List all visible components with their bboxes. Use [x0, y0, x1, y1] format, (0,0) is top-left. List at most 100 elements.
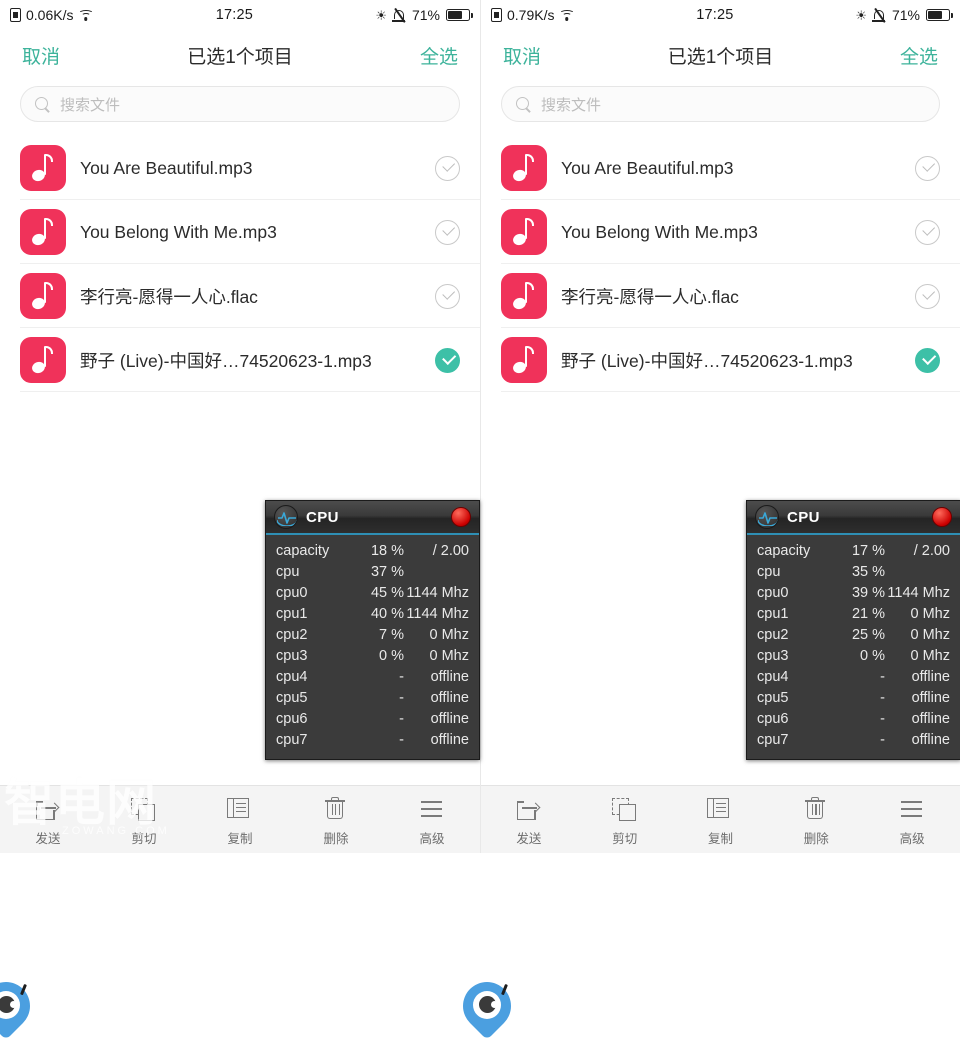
status-bar-left: 0.79K/s — [491, 7, 575, 23]
advanced-button[interactable]: 高级 — [384, 792, 480, 847]
list-item[interactable]: You Are Beautiful.mp3 — [481, 136, 960, 200]
copy-button[interactable]: 复制 — [192, 792, 288, 847]
select-all-button[interactable]: 全选 — [900, 42, 938, 69]
checkbox-checked-icon[interactable] — [435, 347, 460, 373]
cpu-row-value: 0 % — [379, 648, 404, 664]
mute-icon — [872, 8, 886, 23]
search-input[interactable]: 搜索文件 — [501, 86, 940, 122]
menu-icon — [899, 796, 925, 822]
send-button[interactable]: 发送 — [0, 792, 96, 847]
cpu-row-label: cpu — [276, 564, 300, 580]
cpu-row: cpu0 45 % 1144 Mhz — [276, 583, 469, 604]
search-icon — [516, 96, 531, 112]
cpu-monitor-widget[interactable]: CPU capacity 18 %/ 2.00 cpu 37 % cpu0 45 % 1… — [265, 500, 480, 760]
cpu-row-extra: offline — [430, 732, 469, 748]
cpu-row-extra — [404, 562, 469, 583]
cpu-row: cpu5 - offline — [276, 688, 469, 709]
cut-label: 剪切 — [612, 832, 638, 846]
cpu-widget-title: CPU — [787, 508, 820, 526]
cpu-row-label: cpu3 — [757, 648, 789, 664]
cpu-row-label: cpu5 — [276, 690, 308, 706]
cpu-row-label: capacity — [276, 543, 330, 559]
status-bar-left: 0.06K/s — [10, 7, 94, 23]
checkbox-unchecked-icon[interactable] — [435, 219, 460, 245]
delete-button[interactable]: 删除 — [288, 792, 384, 847]
cancel-button[interactable]: 取消 — [503, 42, 541, 69]
bottom-toolbar: 发送 剪切 复制 删除 高级 — [481, 785, 960, 853]
file-name: You Belong With Me.mp3 — [561, 221, 758, 242]
file-list: You Are Beautiful.mp3 You Belong With Me… — [481, 136, 960, 392]
bottom-toolbar: 发送 剪切 复制 删除 高级 — [0, 785, 480, 853]
file-name: 野子 (Live)-中国好…74520623-1.mp3 — [561, 350, 853, 371]
close-icon[interactable] — [932, 507, 952, 527]
music-file-icon — [501, 209, 547, 255]
music-file-icon — [20, 273, 66, 319]
bluetooth-icon: ☀ — [375, 7, 387, 23]
cpu-row-label: cpu0 — [276, 585, 308, 601]
delete-label: 删除 — [803, 832, 829, 846]
status-bar-right: ☀ 71% — [855, 7, 953, 23]
cpu-row: cpu1 40 % 1144 Mhz — [276, 604, 469, 625]
music-file-icon — [20, 337, 66, 383]
cancel-button[interactable]: 取消 — [22, 42, 60, 69]
cpu-row-value: 37 % — [370, 564, 404, 580]
checkbox-unchecked-icon[interactable] — [915, 283, 940, 309]
music-file-icon — [20, 209, 66, 255]
cpu-monitor-widget[interactable]: CPU capacity 17 % / 2.00 cpu 35 % cpu0 39 % 1… — [746, 500, 960, 760]
cpu-row-label: cpu3 — [276, 648, 308, 664]
music-file-icon — [501, 337, 547, 383]
list-item[interactable]: You Belong With Me.mp3 — [0, 200, 480, 264]
cpu-row-value: - — [399, 711, 404, 727]
cpu-row-value: - — [399, 690, 404, 706]
cpu-row-extra: offline — [430, 711, 469, 727]
select-all-button[interactable]: 全选 — [420, 42, 458, 69]
advanced-button[interactable]: 高级 — [864, 792, 960, 847]
list-item[interactable]: 李行亮-愿得一人心.flac — [481, 264, 960, 328]
floating-assistant-bubble[interactable] — [453, 972, 521, 1040]
file-name: 李行亮-愿得一人心.flac — [80, 286, 258, 307]
search-bar-wrapper: 搜索文件 — [0, 80, 480, 136]
list-item[interactable]: 李行亮-愿得一人心.flac — [0, 264, 480, 328]
bubble-eye-pupil — [479, 996, 498, 1013]
delete-button[interactable]: 删除 — [768, 792, 864, 847]
checkbox-unchecked-icon[interactable] — [915, 219, 940, 245]
nav-bar: 取消 已选1个项目 全选 — [0, 30, 480, 80]
checkbox-unchecked-icon[interactable] — [915, 155, 940, 181]
list-item[interactable]: 野子 (Live)-中国好…74520623-1.mp3 — [481, 328, 960, 392]
send-label: 发送 — [35, 832, 61, 846]
cpu-row: capacity 17 % / 2.00 — [757, 541, 950, 562]
cut-button[interactable]: 剪切 — [96, 792, 192, 847]
copy-button[interactable]: 复制 — [673, 792, 769, 847]
cpu-row-extra: offline — [911, 669, 950, 685]
cpu-row-value: 17 % — [851, 543, 885, 559]
list-item[interactable]: 野子 (Live)-中国好…74520623-1.mp3 — [0, 328, 480, 392]
cpu-row-value: 21 % — [851, 606, 885, 622]
checkbox-checked-icon[interactable] — [915, 347, 940, 373]
send-button[interactable]: 发送 — [481, 792, 577, 847]
cpu-row-extra: 1144 Mhz — [887, 585, 950, 601]
cpu-row-value: - — [880, 711, 885, 727]
trash-icon — [323, 796, 349, 822]
cpu-row: cpu7 - offline — [757, 730, 950, 751]
cpu-row-label: cpu0 — [757, 585, 789, 601]
wifi-icon — [78, 9, 94, 21]
cpu-row-value: 0 % — [860, 648, 885, 664]
cpu-row-value: 40 % — [370, 606, 404, 622]
list-item[interactable]: You Are Beautiful.mp3 — [0, 136, 480, 200]
list-item[interactable]: You Belong With Me.mp3 — [481, 200, 960, 264]
checkbox-unchecked-icon[interactable] — [435, 155, 460, 181]
mute-icon — [392, 8, 406, 23]
cpu-row-label: cpu2 — [757, 627, 789, 643]
floating-assistant-bubble[interactable] — [0, 972, 40, 1040]
menu-icon — [419, 796, 445, 822]
search-input[interactable]: 搜索文件 — [20, 86, 460, 122]
cpu-row-extra: offline — [911, 711, 950, 727]
cut-button[interactable]: 剪切 — [577, 792, 673, 847]
cpu-row-extra: 1144 Mhz — [406, 585, 469, 601]
cpu-row-value: - — [880, 690, 885, 706]
checkbox-unchecked-icon[interactable] — [435, 283, 460, 309]
cpu-row-value: 7 % — [379, 627, 404, 643]
file-name: 野子 (Live)-中国好…74520623-1.mp3 — [80, 350, 372, 371]
close-icon[interactable] — [451, 507, 471, 527]
cpu-row: cpu 37 % — [276, 562, 469, 583]
